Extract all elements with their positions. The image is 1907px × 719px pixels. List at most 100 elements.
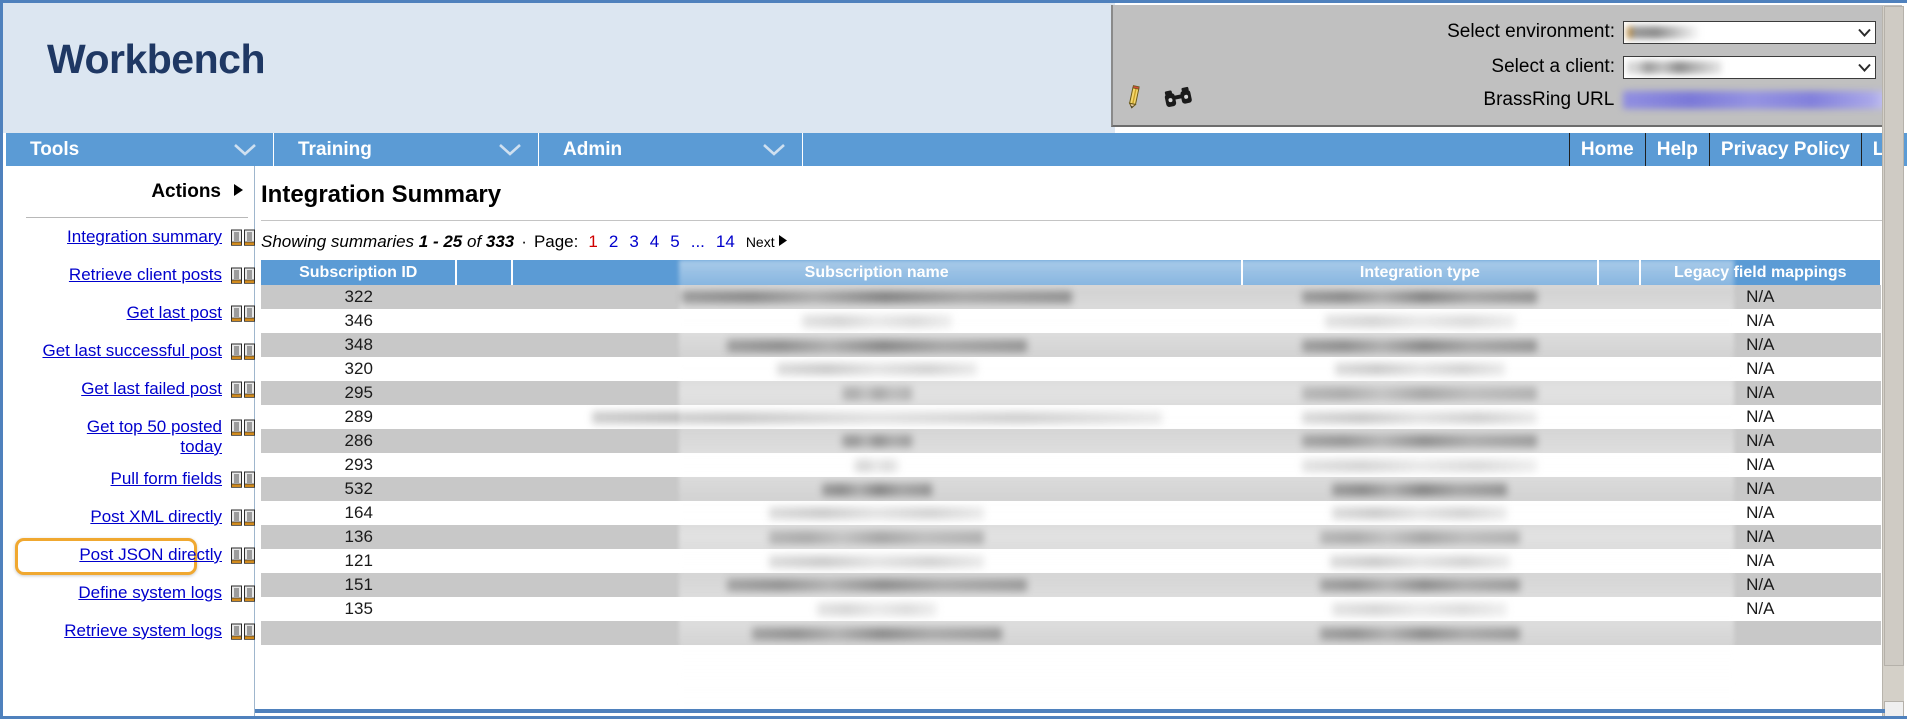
table-header-row: Subscription ID Subscription name Integr… bbox=[261, 260, 1883, 285]
sidebar-item-retrieve-client-posts[interactable]: Retrieve client posts bbox=[6, 262, 255, 294]
vertical-scrollbar[interactable] bbox=[1882, 6, 1904, 716]
sidebar-item-label[interactable]: Get last post bbox=[127, 303, 222, 323]
triangle-right-icon[interactable] bbox=[778, 232, 788, 252]
book-icon[interactable] bbox=[231, 623, 255, 647]
triangle-right-icon[interactable] bbox=[233, 183, 244, 202]
table-row[interactable]: 135 N/A bbox=[261, 597, 1881, 621]
chevron-down-icon[interactable] bbox=[762, 143, 802, 156]
sidebar-item-post-xml-directly[interactable]: Post XML directly bbox=[6, 504, 255, 536]
binoculars-icon[interactable] bbox=[1163, 85, 1193, 114]
table-row[interactable]: 136 N/A bbox=[261, 525, 1881, 549]
table-row[interactable]: 286 N/A bbox=[261, 429, 1881, 453]
nav-menu-tools[interactable]: Tools bbox=[6, 133, 274, 166]
book-icon[interactable] bbox=[231, 419, 255, 443]
cell-subscription-name bbox=[511, 501, 1242, 525]
table-row[interactable]: 320 N/A bbox=[261, 357, 1881, 381]
cell-legacy-field-mappings: N/A bbox=[1639, 285, 1881, 309]
scrollbar-thumb[interactable] bbox=[1884, 6, 1904, 666]
sidebar-item-label[interactable]: Get last failed post bbox=[81, 379, 222, 399]
chevron-down-icon[interactable] bbox=[1855, 23, 1874, 42]
chevron-down-icon[interactable] bbox=[498, 143, 538, 156]
sidebar-item-get-top-50-posted-today[interactable]: Get top 50 posted today bbox=[6, 414, 255, 460]
table-row[interactable] bbox=[261, 621, 1881, 645]
table-row[interactable]: 295 N/A bbox=[261, 381, 1881, 405]
sidebar-item-label[interactable]: Integration summary bbox=[67, 227, 222, 247]
pagination-page-5[interactable]: 5 bbox=[670, 232, 679, 252]
sidebar-item-label[interactable]: Get last successful post bbox=[42, 341, 222, 361]
redacted-value bbox=[1302, 339, 1538, 353]
chevron-down-icon[interactable] bbox=[233, 143, 273, 156]
pagination-range: 1 - 25 bbox=[418, 232, 463, 251]
sidebar-item-retrieve-system-logs[interactable]: Retrieve system logs bbox=[6, 618, 255, 650]
pagination-page-4[interactable]: 4 bbox=[650, 232, 659, 252]
table-row[interactable]: 121 N/A bbox=[261, 549, 1881, 573]
cell-integration-type bbox=[1241, 573, 1599, 597]
sidebar-item-pull-form-fields[interactable]: Pull form fields bbox=[6, 466, 255, 498]
sidebar-item-label[interactable]: Define system logs bbox=[78, 583, 222, 603]
sidebar-item-define-system-logs[interactable]: Define system logs bbox=[6, 580, 255, 612]
column-header-subscription-id[interactable]: Subscription ID bbox=[261, 260, 458, 285]
book-icon[interactable] bbox=[231, 509, 255, 533]
cell-subscription-id: 135 bbox=[261, 597, 457, 621]
column-header-integration-type[interactable]: Integration type bbox=[1240, 260, 1600, 285]
table-row[interactable]: 164 N/A bbox=[261, 501, 1881, 525]
cell-subscription-name bbox=[511, 405, 1242, 429]
cell-legacy-field-mappings: N/A bbox=[1639, 477, 1881, 501]
book-icon[interactable] bbox=[231, 343, 255, 367]
cell-integration-type bbox=[1241, 477, 1599, 501]
table-row[interactable]: 289 N/A bbox=[261, 405, 1881, 429]
book-icon[interactable] bbox=[231, 229, 255, 253]
nav-menu-training[interactable]: Training bbox=[274, 133, 539, 166]
sidebar-item-label[interactable]: Post JSON directly bbox=[79, 545, 222, 565]
pagination-next-button[interactable]: Next bbox=[746, 234, 775, 250]
table-row[interactable]: 346 N/A bbox=[261, 309, 1881, 333]
pagination-page-2[interactable]: 2 bbox=[609, 232, 618, 252]
cell-integration-type bbox=[1241, 309, 1599, 333]
book-icon[interactable] bbox=[231, 267, 255, 291]
book-icon[interactable] bbox=[231, 547, 255, 571]
scroll-down-button[interactable] bbox=[1884, 701, 1904, 716]
pagination-page-3[interactable]: 3 bbox=[629, 232, 638, 252]
table-row[interactable]: 532 N/A bbox=[261, 477, 1881, 501]
bottom-border bbox=[255, 709, 1885, 713]
chevron-down-icon[interactable] bbox=[1855, 58, 1874, 77]
sidebar-item-label[interactable]: Retrieve client posts bbox=[69, 265, 222, 285]
column-header-subscription-name[interactable]: Subscription name bbox=[510, 260, 1243, 285]
sidebar-item-integration-summary[interactable]: Integration summary bbox=[6, 224, 255, 256]
cell-integration-type bbox=[1241, 285, 1599, 309]
nav-menu-admin[interactable]: Admin bbox=[539, 133, 803, 166]
cell-subscription-name bbox=[511, 573, 1242, 597]
sidebar-item-get-last-successful-post[interactable]: Get last successful post bbox=[6, 338, 255, 370]
table-row[interactable]: 151 N/A bbox=[261, 573, 1881, 597]
column-header-legacy-field-mappings[interactable]: Legacy field mappings bbox=[1638, 260, 1883, 285]
pagination-page-1[interactable]: 1 bbox=[588, 232, 597, 252]
sidebar-item-get-last-failed-post[interactable]: Get last failed post bbox=[6, 376, 255, 408]
sidebar-item-post-json-directly[interactable]: Post JSON directly bbox=[6, 537, 255, 575]
sidebar-item-label[interactable]: Post XML directly bbox=[90, 507, 222, 527]
environment-select[interactable] bbox=[1623, 20, 1876, 44]
book-icon[interactable] bbox=[231, 585, 255, 609]
cell-subscription-name bbox=[511, 429, 1242, 453]
sidebar-item-label[interactable]: Get top 50 posted today bbox=[42, 417, 222, 457]
nav-link-help[interactable]: Help bbox=[1644, 133, 1709, 166]
client-select[interactable] bbox=[1623, 55, 1876, 79]
brassring-url-value[interactable] bbox=[1623, 91, 1893, 109]
sidebar-item-label[interactable]: Retrieve system logs bbox=[64, 621, 222, 641]
pagination-page-last[interactable]: 14 bbox=[716, 232, 735, 252]
cell-integration-type bbox=[1241, 525, 1599, 549]
table-row[interactable]: 348 N/A bbox=[261, 333, 1881, 357]
book-icon[interactable] bbox=[231, 381, 255, 405]
cell-subscription-name bbox=[511, 453, 1242, 477]
book-icon[interactable] bbox=[231, 305, 255, 329]
book-icon[interactable] bbox=[231, 471, 255, 495]
nav-link-privacy-policy[interactable]: Privacy Policy bbox=[1708, 133, 1861, 166]
sidebar-item-label[interactable]: Pull form fields bbox=[111, 469, 222, 489]
sidebar-item-get-last-post[interactable]: Get last post bbox=[6, 300, 255, 332]
pencil-icon[interactable] bbox=[1123, 85, 1145, 114]
actions-sidebar: Actions Integration summary Retrieve cli… bbox=[6, 166, 255, 716]
table-row[interactable]: 322 N/A bbox=[261, 285, 1881, 309]
cell-legacy-field-mappings: N/A bbox=[1639, 357, 1881, 381]
nav-link-home[interactable]: Home bbox=[1568, 133, 1645, 166]
table-row[interactable]: 293 N/A bbox=[261, 453, 1881, 477]
